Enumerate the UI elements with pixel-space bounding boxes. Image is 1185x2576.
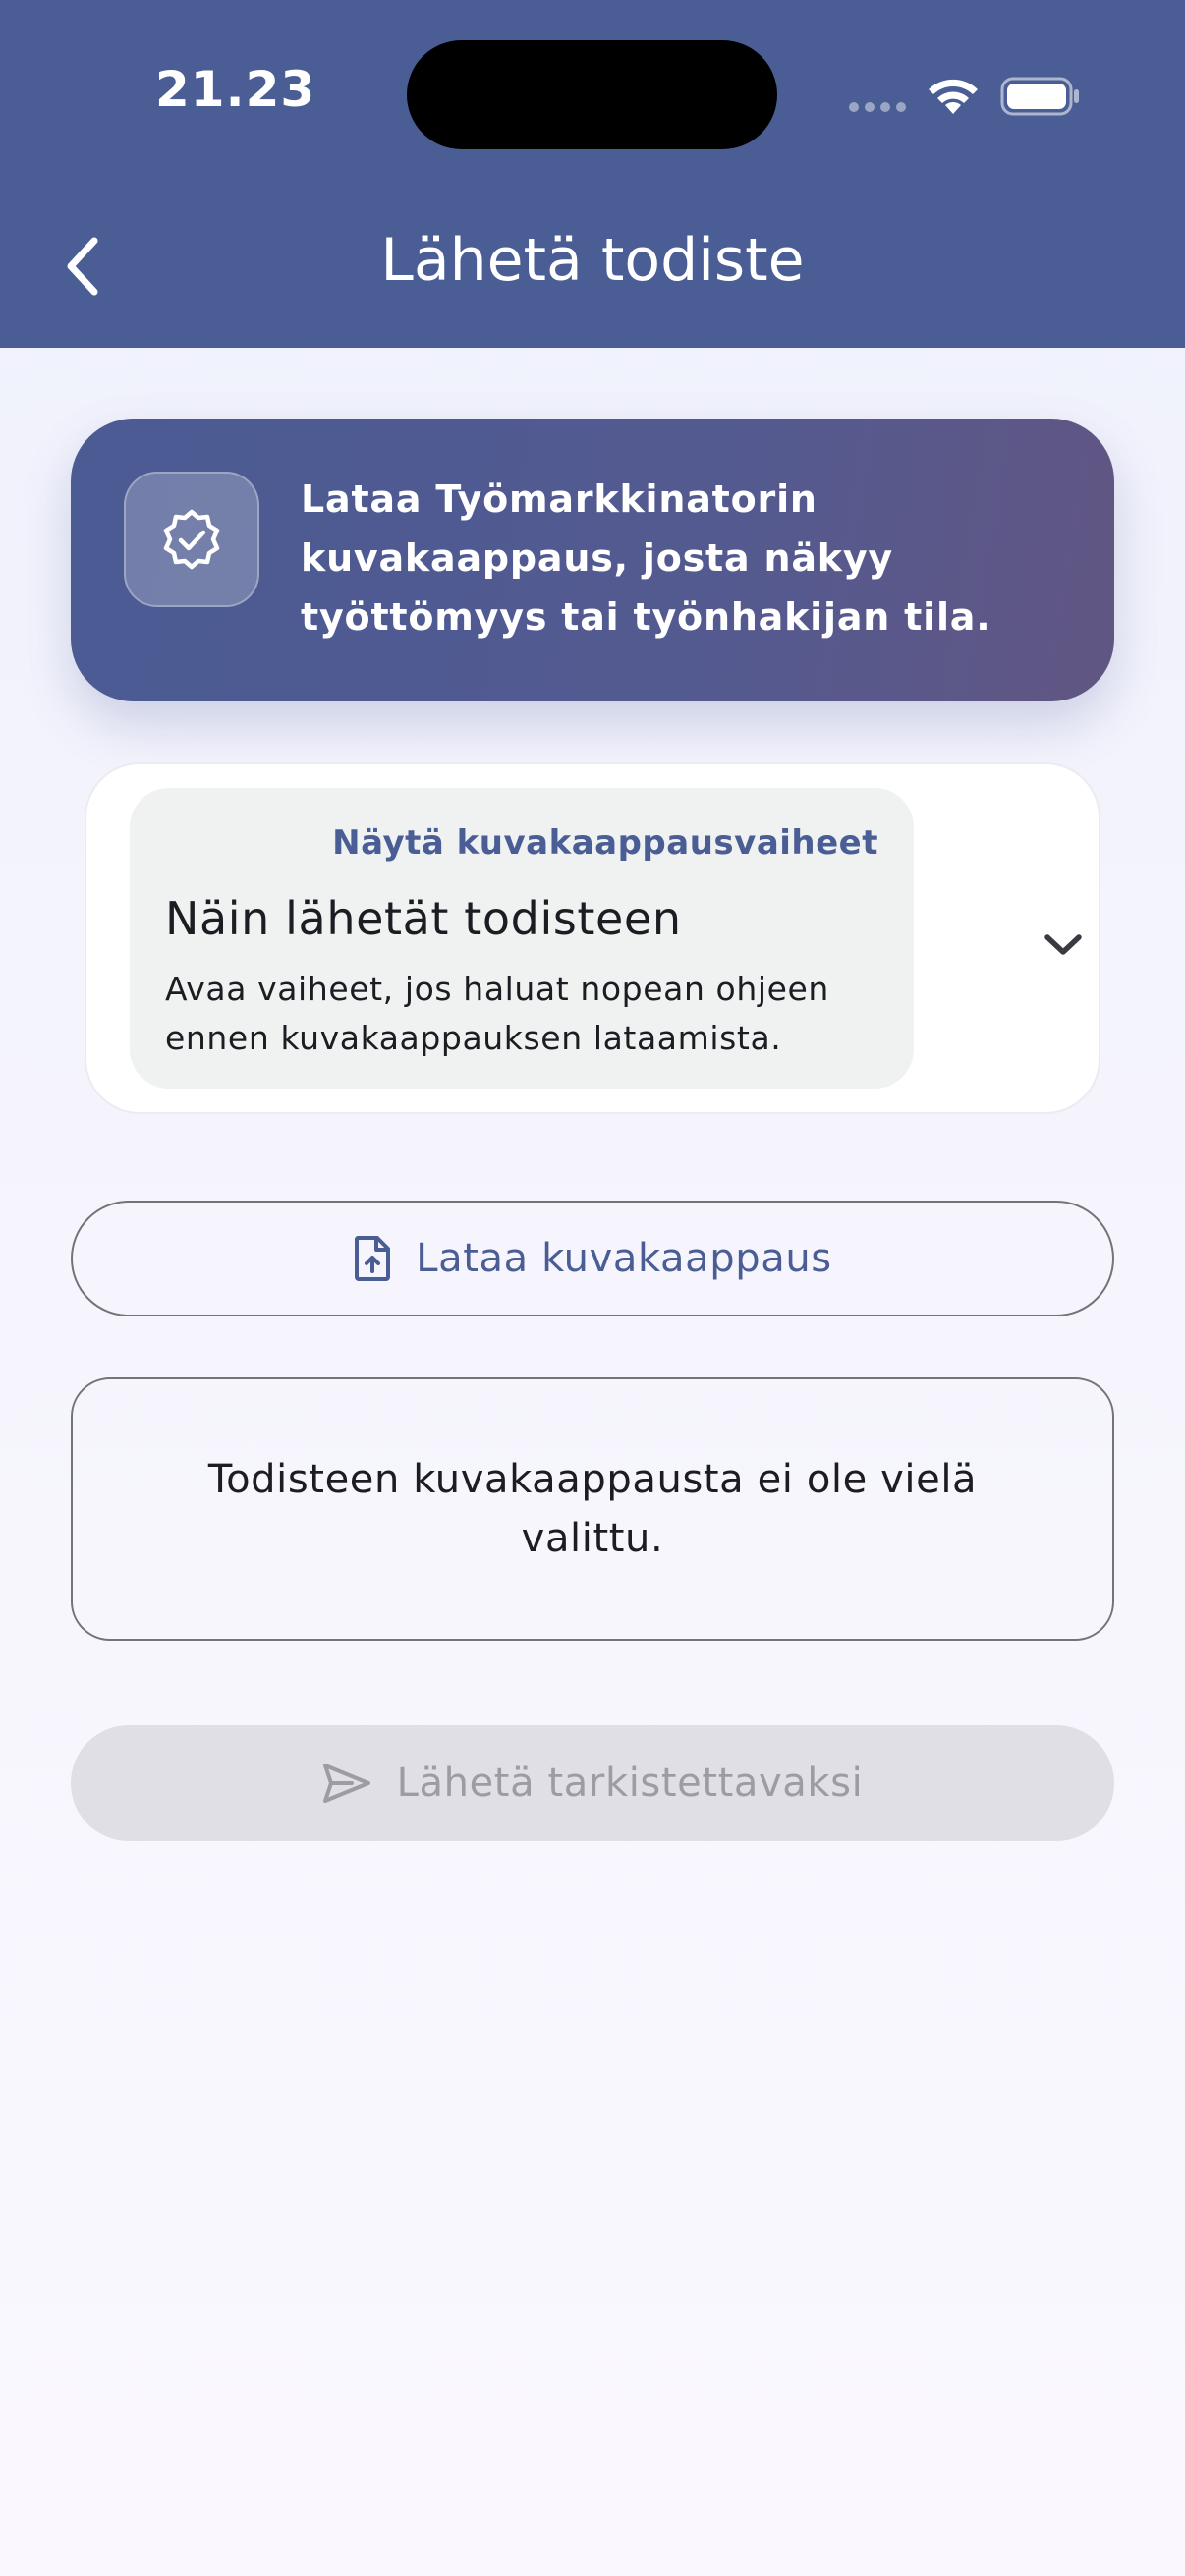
banner-icon-container xyxy=(124,472,259,607)
selected-file-status: Todisteen kuvakaappausta ei ole vielä va… xyxy=(71,1377,1114,1641)
banner-text: Lataa Työmarkkinatorin kuvakaappaus, jos… xyxy=(301,477,991,639)
steps-heading: Näin lähetät todisteen xyxy=(165,892,682,945)
steps-expandable-card[interactable]: Näytä kuvakaappausvaiheet Näin lähetät t… xyxy=(85,762,1100,1114)
upload-screenshot-button[interactable]: Lataa kuvakaappaus xyxy=(71,1201,1114,1316)
verified-badge-icon xyxy=(163,509,220,570)
steps-description: Avaa vaiheet, jos haluat nopean ohjeen e… xyxy=(165,970,829,1057)
dynamic-island xyxy=(407,40,777,149)
submit-button-label: Lähetä tarkistettavaksi xyxy=(396,1761,864,1806)
show-steps-label[interactable]: Näytä kuvakaappausvaiheet xyxy=(332,823,878,863)
signal-icon xyxy=(849,102,908,116)
status-time: 21.23 xyxy=(155,61,316,118)
chevron-down-icon xyxy=(1044,934,1082,955)
steps-summary[interactable]: Näytä kuvakaappausvaiheet Näin lähetät t… xyxy=(130,788,914,1089)
info-banner: Lataa Työmarkkinatorin kuvakaappaus, jos… xyxy=(71,419,1114,701)
send-icon xyxy=(322,1764,370,1803)
no-file-selected-text: Todisteen kuvakaappausta ei ole vielä va… xyxy=(207,1457,978,1561)
submit-for-review-button[interactable]: Lähetä tarkistettavaksi xyxy=(71,1725,1114,1841)
page-title: Lähetä todiste xyxy=(380,226,805,295)
file-upload-icon xyxy=(355,1236,391,1281)
expand-steps-button[interactable] xyxy=(1030,912,1097,979)
upload-button-label: Lataa kuvakaappaus xyxy=(416,1236,832,1281)
battery-icon xyxy=(1000,77,1079,116)
wifi-icon xyxy=(929,79,978,114)
app-bar: 21.23 Lähetä todiste xyxy=(0,0,1185,348)
